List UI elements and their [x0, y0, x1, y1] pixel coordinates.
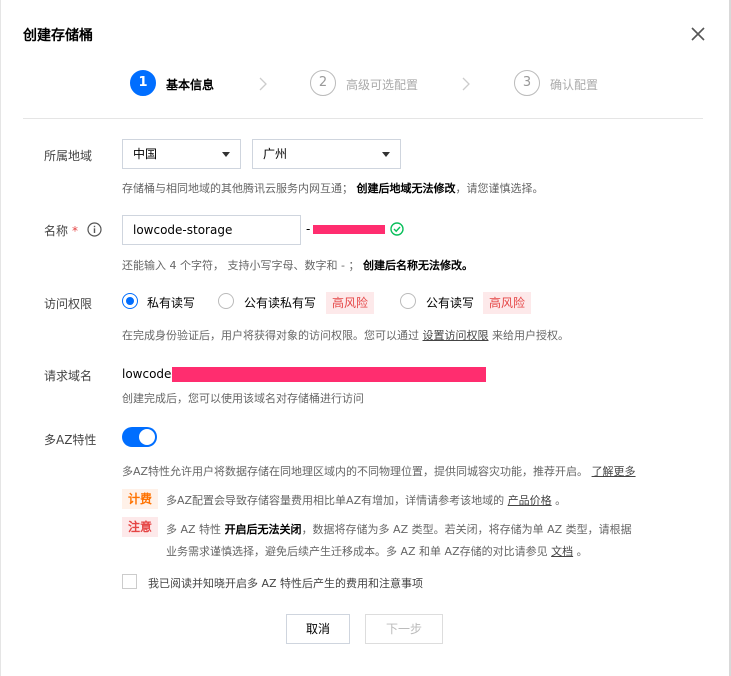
country-value: 中国 — [133, 147, 158, 161]
header-divider — [23, 118, 703, 119]
city-value: 广州 — [263, 147, 288, 161]
check-circle-icon — [390, 222, 404, 236]
price-link[interactable]: 产品价格 — [508, 494, 552, 507]
radio-public-rw-label: 公有读写 — [426, 296, 475, 310]
multi-az-desc: 多AZ特性允许用户将数据存储在同地理区域内的不同物理位置，提供同城容灾功能，推荐… — [122, 465, 636, 478]
set-access-link[interactable]: 设置访问权限 — [423, 329, 489, 342]
name-hint: 还能输入 4 个字符， 支持小写字母、数字和 - ； 创建后名称无法修改。 — [122, 259, 473, 272]
next-step-button[interactable]: 下一步 — [365, 614, 443, 644]
domain-hint: 创建完成后，您可以使用该域名对存储桶进行访问 — [122, 392, 364, 405]
high-risk-badge: 高风险 — [326, 292, 375, 314]
redacted-appid — [313, 225, 385, 234]
access-label: 访问权限 — [44, 297, 93, 311]
redacted-domain — [172, 367, 486, 382]
step-1-number: 1 — [130, 70, 156, 96]
country-select[interactable]: 中国 — [122, 139, 241, 169]
region-hint: 存储桶与相同地域的其他腾讯云服务内网互通； 创建后地域无法修改，请您谨慎选择。 — [122, 182, 544, 195]
radio-private-label: 私有读写 — [147, 296, 196, 310]
domain-label: 请求域名 — [44, 369, 93, 383]
domain-prefix: lowcode- — [122, 367, 176, 381]
high-risk-badge: 高风险 — [483, 292, 532, 314]
radio-private[interactable] — [122, 293, 138, 309]
dialog-title: 创建存储桶 — [23, 28, 93, 44]
notice-badge: 注意 — [122, 517, 159, 537]
name-suffix-separator: - — [306, 222, 311, 236]
multi-az-toggle[interactable] — [122, 427, 157, 447]
billing-note: 多AZ配置会导致存储容量费用相比单AZ有增加，详情请参考该地域的 产品价格 。 — [166, 494, 567, 507]
step-2-number: 2 — [310, 70, 336, 96]
caret-down-icon — [382, 152, 390, 157]
chevron-right-icon — [462, 77, 470, 91]
step-3-number: 3 — [514, 70, 540, 96]
close-icon[interactable] — [689, 25, 707, 43]
stepper: 1 基本信息 2 高级可选配置 3 确认配置 — [1, 70, 729, 98]
radio-public-rw[interactable] — [400, 293, 416, 309]
name-label: 名称 * — [44, 224, 79, 238]
billing-badge: 计费 — [122, 489, 159, 509]
cancel-button[interactable]: 取消 — [286, 614, 350, 644]
bucket-name-input[interactable]: lowcode-storage — [122, 215, 301, 245]
chevron-right-icon — [259, 77, 267, 91]
radio-public-read[interactable] — [218, 293, 234, 309]
city-select[interactable]: 广州 — [252, 139, 401, 169]
learn-more-link[interactable]: 了解更多 — [592, 465, 636, 478]
step-2-label: 高级可选配置 — [346, 78, 419, 92]
caret-down-icon — [222, 152, 230, 157]
required-mark: * — [72, 224, 79, 238]
notice-line-2: 业务需求谨慎选择，避免后续产生迁移成本。多 AZ 和单 AZ存储的对比请参见 文… — [166, 545, 588, 558]
radio-public-read-label: 公有读私有写 — [244, 296, 317, 310]
create-bucket-dialog: 创建存储桶 1 基本信息 2 高级可选配置 3 确认配置 所属地域 中国 广州 … — [0, 0, 729, 676]
step-3-label: 确认配置 — [550, 78, 599, 92]
agree-label: 我已阅读并知晓开启多 AZ 特性后产生的费用和注意事项 — [148, 577, 424, 590]
access-hint: 在完成身份验证后，用户将获得对象的访问权限。您可以通过 设置访问权限 来给用户授… — [122, 329, 569, 342]
info-icon[interactable] — [87, 222, 102, 237]
step-1-label: 基本信息 — [166, 78, 215, 92]
doc-link[interactable]: 文档 — [551, 545, 573, 558]
notice-line-1: 多 AZ 特性 开启后无法关闭，数据将存储为多 AZ 类型。若关闭，将存储为单 … — [166, 523, 632, 536]
multi-az-label: 多AZ特性 — [44, 433, 97, 447]
region-label: 所属地域 — [44, 149, 93, 163]
agree-checkbox[interactable] — [122, 574, 137, 589]
